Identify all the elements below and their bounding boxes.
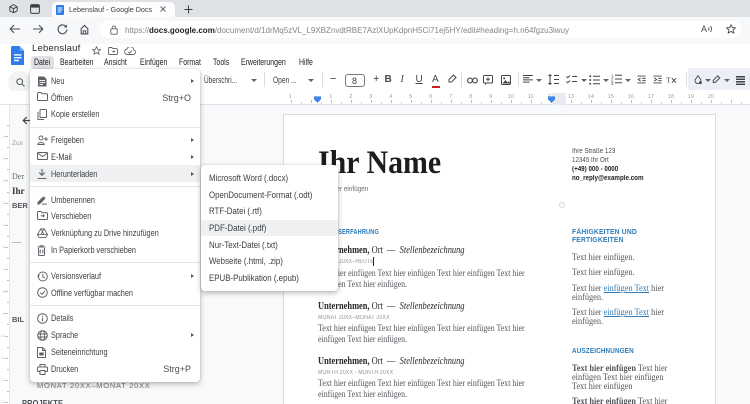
svg-text:3: 3 [611,81,614,85]
svg-text:T: T [666,76,671,84]
